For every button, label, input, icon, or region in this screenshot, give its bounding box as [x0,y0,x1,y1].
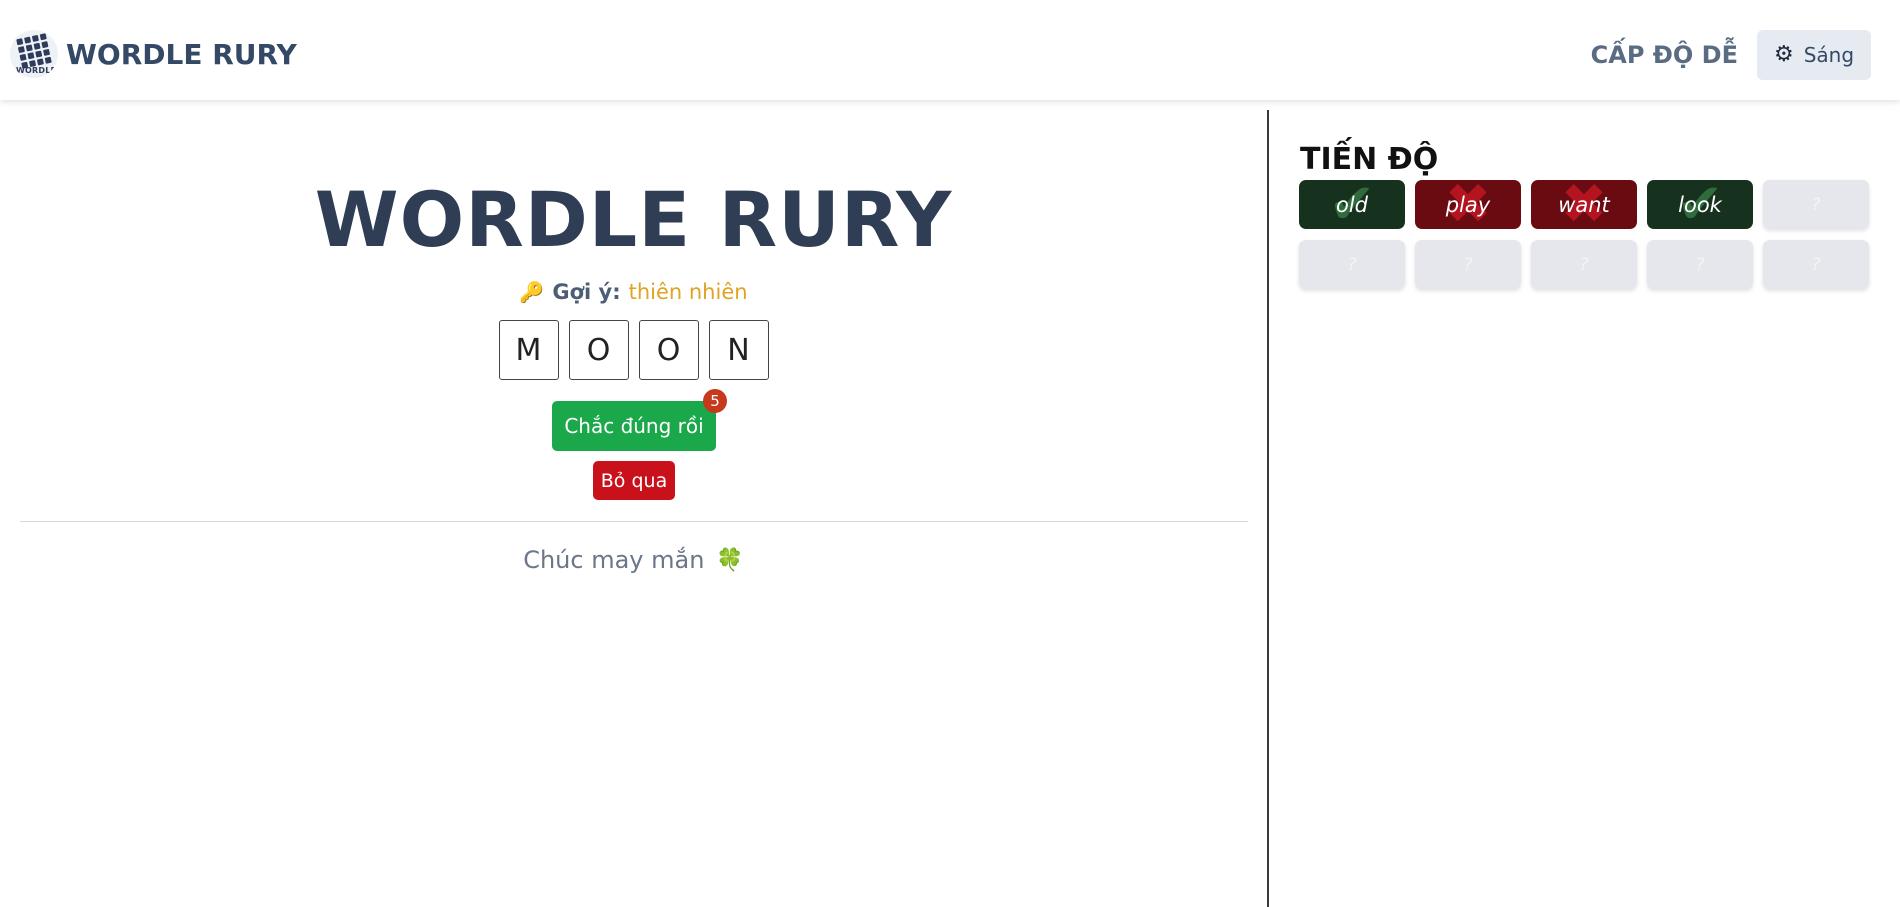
hint-value: thiên nhiên [628,280,748,304]
progress-tile-empty: ? [1531,240,1637,289]
progress-tile-word: ? [1347,254,1357,275]
skip-button[interactable]: Bỏ qua [593,461,675,500]
letter-box[interactable]: M [498,320,559,380]
hint-row: 🔑 Gợi ý: thiên nhiên [0,280,1267,304]
attempts-badge: 5 [703,389,727,413]
progress-tile-correct: ✔ look [1647,180,1753,229]
letter-box[interactable]: O [638,320,699,380]
progress-tile-word: ? [1463,254,1473,275]
progress-tile-word: look [1678,192,1722,217]
gear-icon: ⚙ [1773,42,1794,67]
clover-icon: 🍀 [716,547,744,573]
progress-tile-empty: ? [1415,240,1521,289]
progress-tile-wrong: ✖ want [1531,180,1637,229]
game-title: WORDLE RURY [314,175,953,264]
progress-tile-empty: ? [1647,240,1753,289]
header: WORDLF WORDLE RURY CẤP ĐỘ DỄ ⚙ Sáng [0,0,1900,100]
letter-box[interactable]: N [708,320,769,380]
panel-divider [1267,110,1269,907]
theme-toggle-button[interactable]: ⚙ Sáng [1757,30,1871,80]
good-luck-text: Chúc may mắn [523,546,705,574]
key-icon: 🔑 [519,280,545,304]
progress-tile-empty: ? [1763,180,1869,229]
logo-grid-icon [16,33,52,69]
progress-tile-word: ? [1811,254,1821,275]
progress-title: TIẾN ĐỘ [1300,142,1439,177]
progress-tile-word: old [1335,192,1368,217]
progress-tile-correct: ✔ old [1299,180,1405,229]
progress-tile-empty: ? [1763,240,1869,289]
logo[interactable]: WORDLF [10,30,58,78]
progress-tile-word: play [1445,192,1491,217]
theme-toggle-label: Sáng [1803,43,1855,67]
progress-tile-word: ? [1579,254,1589,275]
progress-tile-empty: ? [1299,240,1405,289]
good-luck-message: Chúc may mắn 🍀 [0,546,1267,574]
hint-label: Gợi ý: [552,280,621,304]
difficulty-level: CẤP ĐỘ DỄ [1590,41,1738,69]
progress-tile-word: ? [1811,194,1821,215]
letter-inputs: M O O N [0,320,1267,380]
horizontal-divider [20,521,1248,522]
submit-button[interactable]: Chắc đúng rồi [552,401,716,451]
progress-tile-word: want [1558,192,1610,217]
logo-text: WORDLF [16,66,57,75]
progress-tile-word: ? [1695,254,1705,275]
brand-title[interactable]: WORDLE RURY [66,38,297,71]
progress-tile-wrong: ✖ play [1415,180,1521,229]
letter-box[interactable]: O [568,320,629,380]
progress-grid: ✔ old ✖ play ✖ want ✔ look?????? [1299,180,1871,289]
